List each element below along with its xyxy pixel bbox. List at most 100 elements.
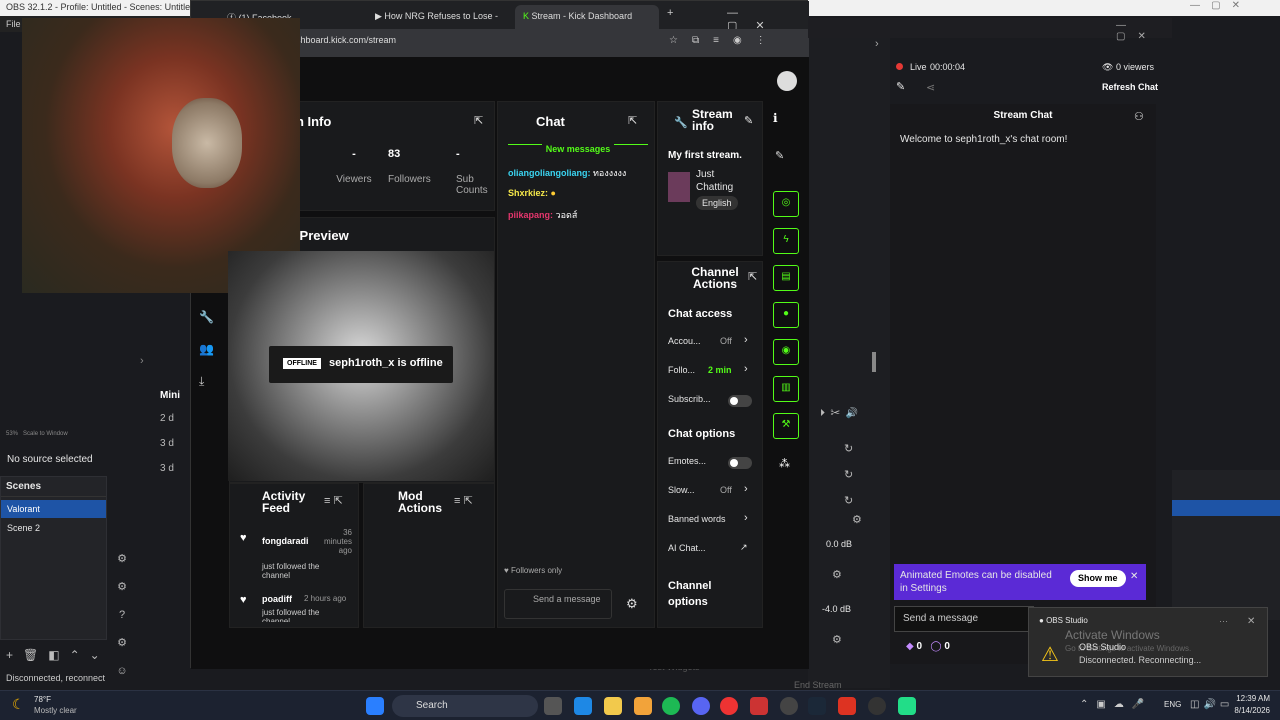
notes-tool-icon[interactable]: ▤ xyxy=(773,265,799,291)
dock-controls[interactable]: —▢✕ xyxy=(1116,20,1172,42)
stat-subs-label: Sub Counts xyxy=(456,174,488,196)
browser-toolbar-icons[interactable]: ☆⧉≡◉⋮ xyxy=(669,35,780,46)
close-icon[interactable]: ✕ xyxy=(1130,570,1138,583)
gear-icon[interactable]: ⚙ xyxy=(852,513,862,526)
weather-icon[interactable]: ☾ xyxy=(12,696,25,713)
show-me-button[interactable]: Show me xyxy=(1070,570,1126,587)
filter-icon[interactable]: ≡ ⇱ xyxy=(324,494,343,507)
tab-youtube[interactable]: ▶ How NRG Refuses to Lose - xyxy=(367,5,511,29)
discord-icon[interactable] xyxy=(692,697,710,715)
valorant-icon[interactable] xyxy=(838,697,856,715)
emotes-toggle[interactable] xyxy=(728,457,752,469)
chat-message-3: piikapang: วอดส์ xyxy=(508,210,578,220)
activity-title: Activity Feed xyxy=(262,489,306,515)
emotes-label: Emotes... xyxy=(668,456,707,466)
obs-window-controls[interactable]: — ▢ ✕ xyxy=(1190,0,1240,11)
wrench-tool-icon[interactable]: ⚒ xyxy=(773,413,799,439)
stat-viewers-value: - xyxy=(352,148,356,160)
subscriber-toggle[interactable] xyxy=(728,395,752,407)
store-icon[interactable] xyxy=(574,697,592,715)
viewers-label: 0 viewers xyxy=(1115,62,1154,72)
scenes-header: Scenes xyxy=(1,477,106,497)
app-icon-1[interactable] xyxy=(634,697,652,715)
refresh-chat-button[interactable]: Refresh Chat xyxy=(1102,82,1158,92)
account-age-label[interactable]: Accou... xyxy=(668,336,701,346)
left-nav-icons[interactable]: 🔧 👥 ⤓ xyxy=(199,301,214,397)
clock-date[interactable]: 8/14/2026 xyxy=(1228,706,1270,715)
chrome-icon[interactable] xyxy=(720,697,738,715)
send-message-input[interactable]: Send a message xyxy=(894,606,1034,632)
ai-chat-label[interactable]: AI Chat... xyxy=(668,543,706,553)
edit-stream-icon[interactable]: ✎ xyxy=(896,80,905,93)
app-icon-3[interactable] xyxy=(868,697,886,715)
info-icon[interactable]: ℹ xyxy=(773,111,778,125)
clock-time[interactable]: 12:39 AM xyxy=(1232,694,1270,703)
tray-icons[interactable]: ⌃▣☁🎤 xyxy=(1080,699,1152,710)
slow-mode-label[interactable]: Slow... xyxy=(668,485,695,495)
mixer-icons-2[interactable]: ⚙ xyxy=(832,633,842,646)
dock-icons[interactable]: ⚙ ⚙? ⚙ ☺ xyxy=(116,545,128,685)
external-link-icon[interactable]: ↗ xyxy=(740,542,748,553)
app-icon-4[interactable] xyxy=(898,697,916,715)
scene-item-2[interactable]: Scene 2 xyxy=(1,518,106,538)
explorer-icon[interactable] xyxy=(604,697,622,715)
audio-icons[interactable]: ⏵ ✂ 🔊 xyxy=(820,408,858,419)
chevron-right-icon-4[interactable]: › xyxy=(744,512,748,524)
edit-icon[interactable]: ✎ xyxy=(744,114,753,127)
tab-kick[interactable]: K Stream - Kick Dashboard xyxy=(515,5,659,29)
obs-icon[interactable] xyxy=(780,697,798,715)
chat-send-input[interactable]: Send a message xyxy=(504,589,612,619)
taskview-icon[interactable] xyxy=(544,697,562,715)
taskbar: ☾ 78°F Mostly clear Search ⌃▣☁🎤 ENG ◫🔊▭ … xyxy=(0,690,1280,720)
system-icons[interactable]: ◫🔊▭ xyxy=(1190,699,1233,710)
dock-splitter[interactable] xyxy=(872,352,876,372)
layout-tool-icon[interactable]: ▥ xyxy=(773,376,799,402)
selected-control[interactable] xyxy=(1172,500,1280,516)
avatar[interactable] xyxy=(777,71,797,91)
pencil-icon[interactable]: ✎ xyxy=(775,149,784,162)
start-icon[interactable] xyxy=(366,697,384,715)
chat-tool-icon[interactable]: ● xyxy=(773,302,799,328)
chevron-right-icon-3[interactable]: › xyxy=(744,483,748,495)
toast-app: ● OBS Studio xyxy=(1039,616,1088,625)
new-tab-button[interactable]: + xyxy=(667,7,673,19)
chat-settings-icon[interactable]: ⚙ xyxy=(626,596,638,612)
obs-title: OBS 32.1.2 - Profile: Untitled - Scenes:… xyxy=(6,2,196,12)
chevron-right-icon-2[interactable]: › xyxy=(744,363,748,375)
end-stream-button[interactable]: End Stream xyxy=(794,680,842,690)
language-indicator[interactable]: ENG xyxy=(1164,700,1181,709)
obs-notification[interactable]: ● OBS Studio Activate Windows Go to Sett… xyxy=(1028,607,1268,677)
status-text: Disconnected, reconnect xyxy=(6,673,106,683)
mod-filter-icon[interactable]: ≡ ⇱ xyxy=(454,494,473,507)
scene-item-valorant[interactable]: Valorant xyxy=(1,500,106,518)
app-icon-2[interactable] xyxy=(750,697,768,715)
more-tools-icon[interactable]: ⁂ xyxy=(779,457,790,470)
scale-label: Scale to Window xyxy=(23,431,68,437)
right-tool-column[interactable]: ◎ ϟ ▤ ● ◉ ▥ ⚒ xyxy=(773,191,799,439)
follower-mode-label[interactable]: Follo... xyxy=(668,365,695,375)
scene-toolbar[interactable]: +🗑◧⌃⌄ xyxy=(6,648,110,662)
steam-icon[interactable] xyxy=(808,697,826,715)
zoom-level: 53% xyxy=(6,431,19,437)
actions-popout-icon[interactable]: ⇱ xyxy=(748,270,757,283)
taskbar-search[interactable]: Search xyxy=(392,695,538,717)
toast-close-icon[interactable]: ✕ xyxy=(1247,616,1255,627)
dock-expand-icon[interactable]: › xyxy=(875,38,879,50)
banned-words-label[interactable]: Banned words xyxy=(668,514,726,524)
user-settings-icon[interactable]: ⚇ xyxy=(1134,110,1144,123)
chevron-right-icon[interactable]: › xyxy=(744,334,748,346)
channel-actions-title: Channel Actions xyxy=(691,265,739,291)
collapse-arrow[interactable]: › xyxy=(140,355,144,367)
chat-popout-icon[interactable]: ⇱ xyxy=(628,114,637,127)
mixer-icons-1[interactable]: ⚙ xyxy=(832,568,842,581)
spotify-icon[interactable] xyxy=(662,697,680,715)
lightning-tool-icon[interactable]: ϟ xyxy=(773,228,799,254)
broadcast-tool-icon[interactable]: ◉ xyxy=(773,339,799,365)
activity-feed-card: Activity Feed ≡ ⇱ ♥ fongdaradi 36 minute… xyxy=(229,483,359,628)
popout-icon[interactable]: ⇱ xyxy=(474,114,483,127)
warning-icon: ⚠ xyxy=(1041,644,1059,666)
share-icon[interactable]: ⋖ xyxy=(926,81,935,94)
reset-icons[interactable]: ↻ ↻ ↻ xyxy=(844,436,853,514)
toast-more-icon[interactable]: ··· xyxy=(1219,616,1228,626)
camera-tool-icon[interactable]: ◎ xyxy=(773,191,799,217)
